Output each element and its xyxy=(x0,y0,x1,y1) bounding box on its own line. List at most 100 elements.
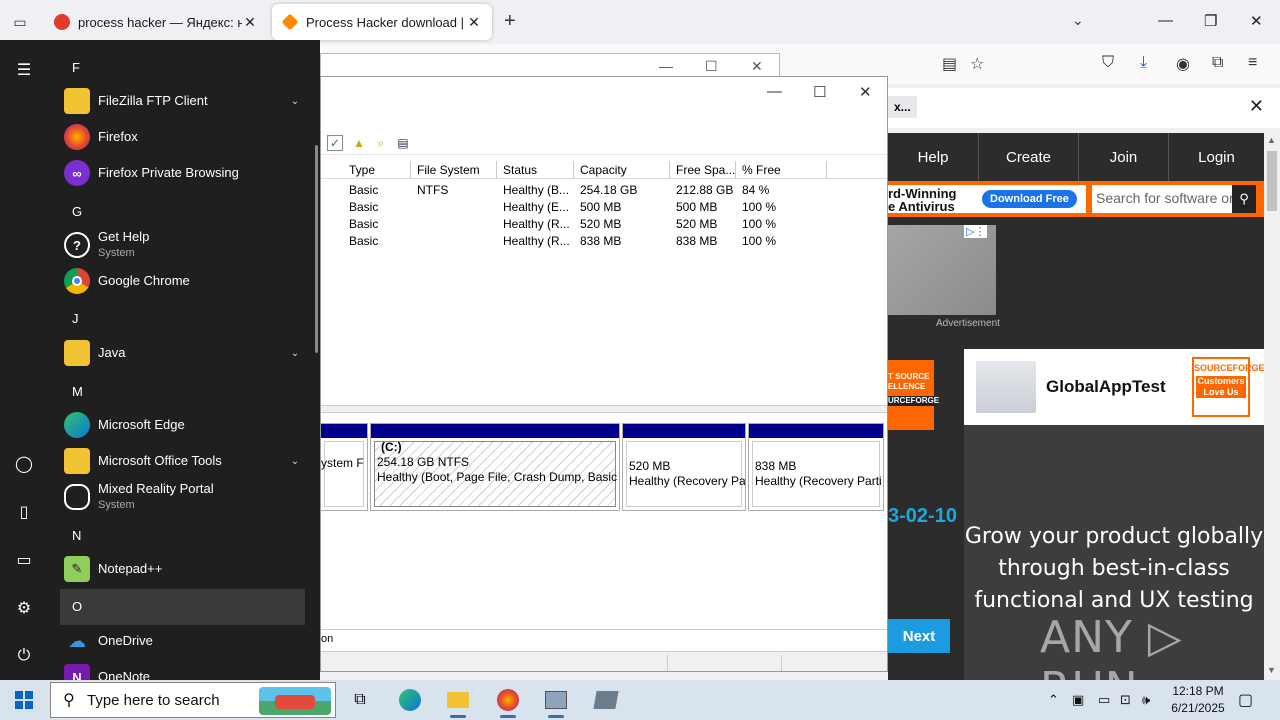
maximize-icon[interactable]: ☐ xyxy=(813,83,826,101)
sf-nav-help[interactable]: Help xyxy=(888,133,978,181)
reader-view-icon[interactable]: ▤ xyxy=(942,54,957,74)
col-percent-free[interactable]: % Free xyxy=(736,161,827,179)
app-onenote[interactable]: N OneNote xyxy=(60,659,305,680)
downloads-icon[interactable]: ⤓ xyxy=(1140,54,1147,72)
tab-close-icon[interactable]: ✕ xyxy=(466,14,482,31)
show-hidden-icons-icon[interactable]: ⌃ xyxy=(1048,692,1059,708)
documents-icon[interactable]: ▯ xyxy=(14,502,34,522)
app-edge[interactable]: Microsoft Edge xyxy=(60,407,305,443)
new-tab-icon[interactable]: + xyxy=(504,10,516,33)
bookmark-star-icon[interactable]: ☆ xyxy=(970,54,984,74)
app-get-help[interactable]: ? Get Help System xyxy=(60,227,305,263)
taskbar-search-input[interactable]: ⚲ Type here to search xyxy=(50,682,336,718)
app-mixed-reality[interactable]: Mixed Reality Portal System xyxy=(60,479,305,515)
download-free-button[interactable]: Download Free xyxy=(982,190,1077,208)
file-explorer-taskbar-icon[interactable] xyxy=(436,680,480,720)
task-view-icon[interactable]: ⧉ xyxy=(338,680,382,720)
col-free-space[interactable]: Free Spa... xyxy=(670,161,736,179)
pane-splitter[interactable] xyxy=(321,405,887,413)
app-firefox[interactable]: Firefox xyxy=(60,119,305,155)
installer-taskbar-icon[interactable] xyxy=(584,680,628,720)
col-status[interactable]: Status xyxy=(497,161,574,179)
hamburger-icon[interactable]: ☰ xyxy=(14,60,34,80)
expand-chevron-icon[interactable]: ⌄ xyxy=(285,348,305,359)
list-all-tabs-icon[interactable]: ⌄ xyxy=(1072,12,1084,29)
folder-search-icon[interactable]: ⌕ xyxy=(373,135,389,151)
check-icon[interactable]: ✓ xyxy=(327,135,343,151)
partition-recovery-2[interactable]: 838 MB Healthy (Recovery Parti xyxy=(748,423,884,511)
close-icon[interactable]: ✕ xyxy=(751,58,763,75)
pictures-icon[interactable]: ▭ xyxy=(14,550,34,570)
firefox-taskbar-icon[interactable] xyxy=(486,680,530,720)
minimize-icon[interactable]: — xyxy=(767,83,782,100)
app-chrome[interactable]: Google Chrome xyxy=(60,263,305,299)
tab-yandex[interactable]: process hacker — Яндекс: наш ✕ xyxy=(44,4,268,40)
ad-image[interactable] xyxy=(888,225,996,315)
extensions-icon[interactable]: ⧉ xyxy=(1212,54,1223,72)
disk-management-taskbar-icon[interactable] xyxy=(534,680,578,720)
taskbar-clock[interactable]: 12:18 PM 6/21/2025 xyxy=(1160,683,1236,717)
notification-chip[interactable]: x... xyxy=(888,96,917,118)
table-row[interactable]: Basic Healthy (R... 838 MB 838 MB 100 % xyxy=(321,232,887,249)
app-office-tools[interactable]: Microsoft Office Tools ⌄ xyxy=(60,443,305,479)
sf-nav-create[interactable]: Create xyxy=(978,133,1078,181)
app-firefox-private[interactable]: ∞ Firefox Private Browsing xyxy=(60,155,305,191)
folder-up-icon[interactable]: ▲ xyxy=(351,135,367,151)
scroll-thumb[interactable] xyxy=(1267,151,1277,211)
partition-recovery-1[interactable]: 520 MB Healthy (Recovery Pa xyxy=(622,423,746,511)
search-icon[interactable]: ⚲ xyxy=(1232,185,1256,213)
app-filezilla[interactable]: FileZilla FTP Client ⌄ xyxy=(60,83,305,119)
letter-header-g[interactable]: G xyxy=(72,204,82,219)
page-scrollbar[interactable]: ▲ ▼ xyxy=(1264,133,1280,680)
maximize-icon[interactable]: ☐ xyxy=(705,58,718,75)
minimize-icon[interactable]: — xyxy=(1158,12,1173,29)
col-filesystem[interactable]: File System xyxy=(411,161,497,179)
close-icon[interactable]: ✕ xyxy=(859,83,872,101)
next-button[interactable]: Next xyxy=(888,619,950,653)
letter-header-n[interactable]: N xyxy=(72,528,81,543)
tab-list-icon[interactable]: ▭ xyxy=(8,10,32,34)
tray-device-icon[interactable]: ▭ xyxy=(1098,692,1110,708)
letter-header-m[interactable]: M xyxy=(72,384,83,399)
sf-nav-login[interactable]: Login xyxy=(1168,133,1264,181)
volume-icon[interactable]: 🕪 xyxy=(1142,692,1150,708)
restore-icon[interactable]: ❐ xyxy=(1204,12,1217,30)
letter-header-o[interactable]: O xyxy=(60,589,305,625)
partition-c[interactable]: (C:) 254.18 GB NTFS Healthy (Boot, Page … xyxy=(370,423,620,511)
table-row[interactable]: Basic Healthy (E... 500 MB 500 MB 100 % xyxy=(321,198,887,215)
user-account-icon[interactable]: ◯ xyxy=(14,454,34,474)
menu-icon[interactable]: ≡ xyxy=(1248,54,1257,72)
network-icon[interactable]: ⊡ xyxy=(1120,692,1131,708)
dm-titlebar[interactable]: — ☐ ✕ xyxy=(321,77,887,107)
app-java[interactable]: Java ⌄ xyxy=(60,335,305,371)
start-button[interactable] xyxy=(0,680,48,720)
app-onedrive[interactable]: ☁ OneDrive xyxy=(60,623,305,659)
pocket-icon[interactable]: ⛉ xyxy=(1102,54,1114,72)
notifications-icon[interactable]: ▢ xyxy=(1238,690,1253,710)
table-row[interactable]: Basic Healthy (R... 520 MB 520 MB 100 % xyxy=(321,215,887,232)
sf-search-input[interactable]: Search for software or xyxy=(1092,185,1232,213)
expand-chevron-icon[interactable]: ⌄ xyxy=(285,456,305,467)
partition-system[interactable]: ystem F xyxy=(321,423,368,511)
app-notepadpp[interactable]: ✎ Notepad++ xyxy=(60,551,305,587)
properties-icon[interactable]: ▤ xyxy=(395,135,411,151)
account-icon[interactable]: ◉ xyxy=(1176,54,1190,74)
edge-taskbar-icon[interactable] xyxy=(388,680,432,720)
table-row[interactable]: Basic NTFS Healthy (B... 254.18 GB 212.8… xyxy=(321,181,887,198)
tab-close-icon[interactable]: ✕ xyxy=(242,14,258,31)
settings-gear-icon[interactable]: ⚙ xyxy=(14,598,34,618)
notification-close-icon[interactable]: ✕ xyxy=(1249,96,1264,117)
adchoices-icon[interactable]: ▷⋮ xyxy=(964,225,988,238)
col-type[interactable]: Type xyxy=(343,161,411,179)
letter-header-f[interactable]: F xyxy=(72,60,80,75)
expand-chevron-icon[interactable]: ⌄ xyxy=(285,96,305,107)
letter-header-j[interactable]: J xyxy=(72,311,79,326)
app-list-scrollbar[interactable] xyxy=(315,145,318,353)
sf-nav-join[interactable]: Join xyxy=(1078,133,1168,181)
close-window-icon[interactable]: ✕ xyxy=(1250,12,1263,30)
scroll-up-icon[interactable]: ▲ xyxy=(1267,135,1276,145)
col-capacity[interactable]: Capacity xyxy=(574,161,670,179)
tray-app-icon[interactable]: ▣ xyxy=(1072,692,1084,708)
power-icon[interactable]: ⏻ xyxy=(14,646,34,666)
tab-sourceforge[interactable]: Process Hacker download | Sou ✕ xyxy=(272,4,492,40)
